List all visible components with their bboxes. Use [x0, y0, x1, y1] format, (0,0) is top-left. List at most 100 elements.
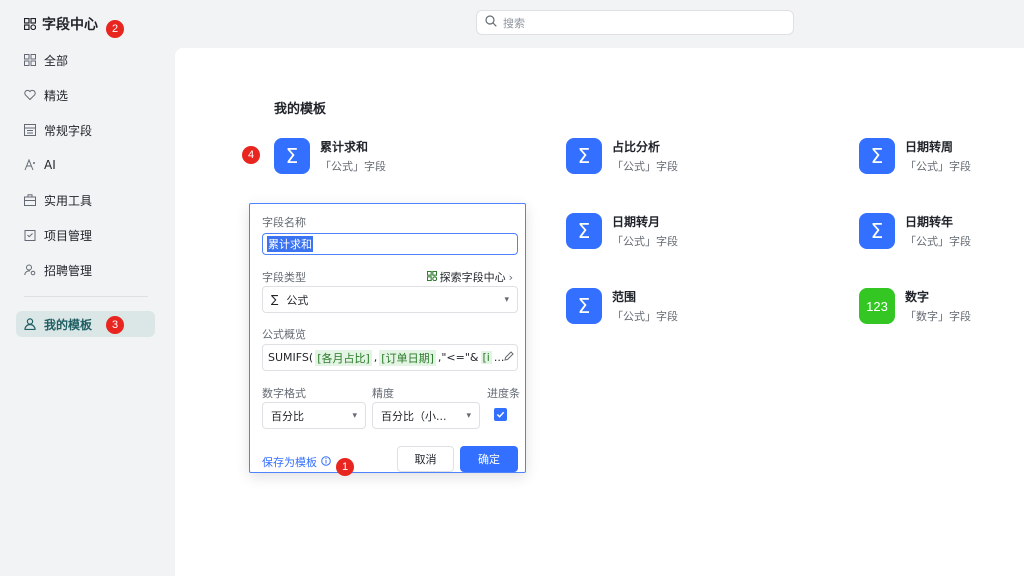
annotation-badge-3: 3 — [106, 316, 124, 334]
formula-rest: ,"<="& — [437, 351, 479, 364]
card-title: 数字 — [905, 290, 930, 304]
sidebar-item-label: 项目管理 — [44, 228, 93, 243]
card-subtitle: 「公式」字段 — [905, 160, 971, 173]
card-title: 日期转年 — [905, 215, 954, 229]
chevron-down-icon: ▾ — [466, 410, 471, 421]
field-type-label: 字段类型 — [262, 271, 306, 284]
sidebar-item-label: 全部 — [44, 53, 69, 68]
ai-icon — [24, 159, 36, 171]
sidebar-item-project[interactable]: 项目管理 — [16, 222, 155, 248]
field-name-value: 累计求和 — [267, 236, 313, 252]
sidebar-item-label: 常规字段 — [44, 123, 93, 138]
sidebar-item-my-templates[interactable]: 我的模板 — [16, 311, 155, 337]
clipboard-icon — [24, 229, 36, 241]
formula-icon: Σ — [566, 288, 602, 324]
formula-icon: ∑ — [271, 293, 279, 306]
card-title: 占比分析 — [612, 140, 661, 154]
formula-icon: Σ — [566, 213, 602, 249]
heart-icon — [24, 89, 36, 101]
card-subtitle: 「公式」字段 — [612, 160, 678, 173]
template-card-cumulative-sum[interactable]: Σ 累计求和 「公式」字段 — [274, 138, 386, 174]
number-icon: 123 — [859, 288, 895, 324]
field-type-value: 公式 — [286, 293, 309, 307]
search-placeholder: 搜索 — [503, 16, 525, 30]
template-card-number[interactable]: 123 数字「数字」字段 — [859, 288, 971, 324]
toolbox-icon — [24, 194, 36, 206]
annotation-badge-4: 4 — [242, 146, 260, 164]
card-title: 日期转月 — [612, 215, 661, 229]
precision-value: 百分比（小... — [381, 409, 447, 423]
formula-separator: , — [373, 351, 378, 364]
sidebar-divider — [24, 296, 148, 297]
sidebar-item-label: AI — [44, 158, 56, 172]
info-icon[interactable] — [321, 455, 331, 469]
field-name-input[interactable]: 累计求和 — [262, 233, 518, 255]
sidebar-item-label: 招聘管理 — [44, 263, 93, 278]
sidebar-item-regular-fields[interactable]: 常规字段 — [16, 117, 155, 143]
grid-icon — [24, 54, 36, 66]
search-input[interactable]: 搜索 — [476, 10, 794, 35]
card-title: 范围 — [612, 290, 637, 304]
sidebar-item-tools[interactable]: 实用工具 — [16, 187, 155, 213]
field-name-label: 字段名称 — [262, 216, 306, 229]
number-format-label: 数字格式 — [262, 387, 306, 400]
annotation-badge-1: 1 — [336, 458, 354, 476]
formula-label: 公式概览 — [262, 328, 306, 341]
sidebar-item-all[interactable]: 全部 — [16, 47, 155, 73]
confirm-button[interactable]: 确定 — [460, 446, 518, 472]
formula-prefix: SUMIFS( — [268, 351, 314, 364]
field-edit-popup: 字段名称 累计求和 字段类型 探索字段中心 › ∑ 公式 ▾ 公式概览 SUMIF… — [249, 203, 526, 473]
sidebar-header[interactable]: 字段中心 — [24, 14, 98, 34]
sidebar-item-label: 我的模板 — [44, 317, 93, 332]
template-card-date-to-year[interactable]: Σ 日期转年 「公式」字段 — [859, 213, 971, 249]
template-card-ratio-analysis[interactable]: Σ 占比分析「公式」字段 — [566, 138, 678, 174]
sidebar-item-recruiting[interactable]: 招聘管理 — [16, 257, 155, 283]
card-subtitle: 「公式」字段 — [905, 235, 971, 248]
formula-icon: Σ — [566, 138, 602, 174]
sidebar-item-label: 精选 — [44, 88, 69, 103]
user-icon — [24, 318, 36, 330]
card-subtitle: 「数字」字段 — [905, 310, 971, 323]
progress-label: 进度条 — [487, 387, 520, 400]
formula-token: [i — [480, 351, 492, 364]
number-format-select[interactable]: 百分比 ▾ — [262, 402, 366, 429]
search-icon — [485, 15, 497, 30]
formula-token: [各月占比] — [315, 349, 372, 366]
formula-token: [订单日期] — [379, 349, 436, 366]
card-subtitle: 「公式」字段 — [612, 235, 678, 248]
sidebar: 字段中心 全部 精选 常规字段 AI 实用工具 项目管理 招聘管理 我的模板 — [0, 0, 175, 576]
sidebar-title: 字段中心 — [42, 17, 98, 33]
template-card-date-to-month[interactable]: Σ 日期转月「公式」字段 — [566, 213, 678, 249]
number-format-value: 百分比 — [271, 409, 304, 423]
page-title: 我的模板 — [274, 102, 327, 117]
field-type-select[interactable]: ∑ 公式 ▾ — [262, 286, 518, 313]
chevron-right-icon: › — [508, 270, 513, 284]
progress-checkbox[interactable] — [494, 408, 507, 421]
field-center-icon — [24, 18, 36, 30]
user-search-icon — [24, 264, 36, 276]
check-icon — [496, 411, 505, 418]
save-as-template-link[interactable]: 保存为模板 — [262, 454, 331, 470]
sidebar-item-featured[interactable]: 精选 — [16, 82, 155, 108]
explore-field-center-link[interactable]: 探索字段中心 › — [426, 269, 513, 285]
chevron-down-icon: ▾ — [504, 294, 509, 305]
template-card-range[interactable]: Σ 范围「公式」字段 — [566, 288, 678, 324]
explore-link-text: 探索字段中心 — [439, 271, 506, 284]
card-title: 累计求和 — [320, 140, 369, 154]
edit-icon[interactable] — [503, 350, 515, 365]
card-subtitle: 「公式」字段 — [320, 160, 386, 173]
sidebar-item-ai[interactable]: AI — [16, 152, 155, 178]
cancel-button[interactable]: 取消 — [397, 446, 454, 472]
save-template-text: 保存为模板 — [262, 456, 317, 469]
formula-icon: Σ — [859, 138, 895, 174]
precision-select[interactable]: 百分比（小... ▾ — [372, 402, 480, 429]
field-center-icon — [426, 270, 437, 284]
table-icon — [24, 124, 36, 136]
template-card-date-to-week[interactable]: Σ 日期转周「公式」字段 — [859, 138, 971, 174]
card-subtitle: 「公式」字段 — [612, 310, 678, 323]
chevron-down-icon: ▾ — [352, 410, 357, 421]
sidebar-item-label: 实用工具 — [44, 193, 93, 208]
card-title: 日期转周 — [905, 140, 954, 154]
formula-preview[interactable]: SUMIFS( [各月占比] , [订单日期] ,"<="& [i ... — [262, 344, 518, 371]
precision-label: 精度 — [372, 387, 394, 400]
